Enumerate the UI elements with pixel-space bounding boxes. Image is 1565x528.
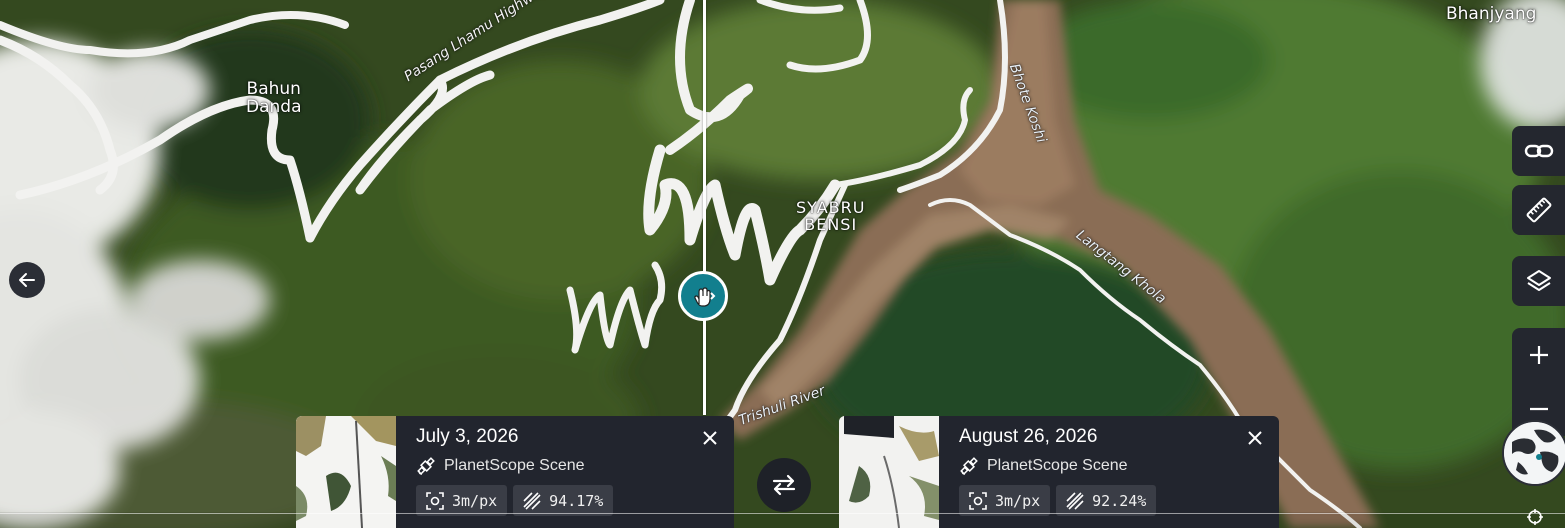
timeline-track — [0, 513, 1565, 514]
place-label-syabru-bensi: SYABRU BENSI — [796, 198, 866, 234]
back-button[interactable] — [9, 262, 45, 298]
resolution-icon — [969, 491, 987, 510]
locate-icon — [1527, 509, 1543, 525]
close-icon — [703, 431, 717, 445]
scene-card-right: August 26, 2026 PlanetScope Scene 3m/px — [839, 416, 1279, 528]
resolution-icon — [426, 491, 444, 510]
scene-thumbnail-image — [839, 416, 939, 528]
resolution-chip-left: 3m/px — [416, 485, 508, 516]
locate-button[interactable] — [1522, 508, 1548, 528]
scene-date-right: August 26, 2026 — [959, 426, 1098, 447]
zoom-in-button[interactable] — [1512, 328, 1565, 382]
scene-thumbnail-image — [296, 416, 396, 528]
link-icon — [1524, 144, 1553, 158]
measure-button[interactable] — [1512, 185, 1565, 235]
close-scene-left-button[interactable] — [698, 426, 722, 450]
globe-minimap-button[interactable] — [1502, 420, 1565, 486]
close-scene-right-button[interactable] — [1243, 426, 1267, 450]
coverage-hatch-icon — [1066, 491, 1084, 510]
place-label-bhanjyang: Bhanjyang — [1446, 4, 1537, 24]
scene-source-label: PlanetScope Scene — [444, 457, 585, 474]
coverage-chip-right: 92.24% — [1056, 485, 1157, 516]
scene-source-left: PlanetScope Scene — [416, 456, 585, 476]
layers-icon — [1526, 270, 1551, 291]
resolution-value: 3m/px — [995, 491, 1041, 510]
ruler-icon — [1526, 197, 1551, 223]
map-imagery — [0, 0, 1565, 528]
satellite-icon — [960, 457, 978, 475]
drag-hand-icon — [694, 287, 716, 307]
minus-icon — [1529, 407, 1548, 411]
coverage-value: 94.17% — [549, 491, 604, 510]
compare-divider[interactable] — [703, 0, 706, 415]
scene-source-right: PlanetScope Scene — [959, 456, 1128, 476]
scene-thumbnail-right[interactable] — [839, 416, 939, 528]
satellite-icon — [417, 457, 435, 475]
scene-date-left: July 3, 2026 — [416, 426, 519, 447]
close-icon — [1248, 431, 1262, 445]
satellite-map[interactable]: Bhanjyang Bahun Danda SYABRU BENSI Pasan… — [0, 0, 1565, 528]
place-label-bahun-danda: Bahun Danda — [246, 79, 302, 117]
swap-arrows-icon — [772, 474, 796, 496]
globe-icon — [1504, 422, 1565, 484]
arrow-left-icon — [19, 273, 35, 287]
scene-thumbnail-left[interactable] — [296, 416, 396, 528]
copy-link-button[interactable] — [1512, 126, 1565, 176]
coverage-chip-left: 94.17% — [513, 485, 614, 516]
resolution-chip-right: 3m/px — [959, 485, 1051, 516]
swap-scenes-button[interactable] — [757, 458, 811, 512]
compare-swipe-handle[interactable] — [678, 271, 728, 321]
coverage-hatch-icon — [523, 491, 541, 510]
scene-card-left: July 3, 2026 PlanetScope Scene 3m/px 94.… — [296, 416, 734, 528]
layers-button[interactable] — [1512, 256, 1565, 306]
resolution-value: 3m/px — [452, 491, 498, 510]
plus-icon — [1529, 346, 1548, 364]
scene-source-label: PlanetScope Scene — [987, 457, 1128, 474]
coverage-value: 92.24% — [1092, 491, 1147, 510]
